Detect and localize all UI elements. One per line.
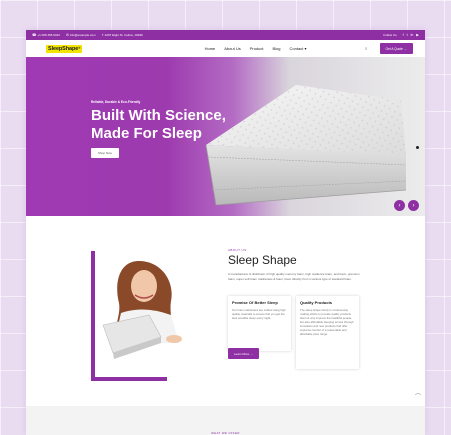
main-navbar: SleepShape® Home About Us Product Blog C… bbox=[26, 40, 425, 57]
hero-kicker: Reliable, Durable & Eco-Friendly bbox=[91, 100, 141, 104]
slider-nav: ‹ › bbox=[394, 200, 419, 211]
twitter-icon[interactable]: t bbox=[407, 33, 408, 37]
card2-title: Quality Products bbox=[300, 300, 333, 305]
nav-item-contact[interactable]: Contact ▾ bbox=[290, 46, 307, 51]
address-info: ⌖ 4297 Elgin St. Celina, 10299 bbox=[102, 33, 143, 37]
social-area: Follow Us f t in ▶ bbox=[383, 33, 419, 37]
nav-item-about[interactable]: About Us bbox=[224, 46, 240, 51]
email-text: info@example.com bbox=[69, 33, 96, 37]
frame-accent-left bbox=[91, 251, 95, 381]
address-text: 4297 Elgin St. Celina, 10299 bbox=[104, 33, 143, 37]
hero-title-line2: Made For Sleep bbox=[91, 125, 202, 142]
hero-title-line1: Built With Science, bbox=[91, 107, 226, 124]
frame-accent-bottom bbox=[91, 377, 167, 381]
email-info[interactable]: ✉ info@example.com bbox=[66, 33, 96, 37]
feature-card-quality: Quality Products The sleep shape family … bbox=[296, 296, 359, 369]
site-logo[interactable]: SleepShape® bbox=[46, 44, 83, 53]
logo-mark: ® bbox=[78, 45, 81, 50]
about-description: A manufacturer & distributor of high qua… bbox=[228, 272, 360, 281]
youtube-icon[interactable]: ▶ bbox=[416, 33, 419, 37]
phone-icon: ☎ bbox=[32, 33, 37, 37]
offer-section: WHAT WE OFFER bbox=[26, 406, 425, 435]
nav-item-contact-label: Contact bbox=[289, 46, 304, 51]
mail-icon: ✉ bbox=[65, 33, 69, 37]
about-section: ABOUT US Sleep Shape A manufacturer & di… bbox=[26, 216, 425, 406]
linkedin-icon[interactable]: in bbox=[411, 33, 414, 37]
follow-label: Follow Us bbox=[383, 33, 397, 37]
nav-actions: ⌕ Get A Quote → bbox=[365, 43, 413, 54]
decorative-swirl-icon bbox=[415, 393, 421, 396]
phone-info[interactable]: ☎ +1 008 456 0012 bbox=[32, 33, 60, 37]
offer-label: WHAT WE OFFER bbox=[211, 431, 240, 435]
location-icon: ⌖ bbox=[101, 33, 104, 37]
learn-more-label: Learn More bbox=[234, 351, 250, 356]
contact-info: ☎ +1 008 456 0012 ✉ info@example.com ⌖ 4297… bbox=[32, 33, 143, 37]
learn-more-button[interactable]: Learn More → bbox=[228, 348, 260, 359]
about-image-frame bbox=[91, 251, 197, 381]
phone-text: +1 008 456 0012 bbox=[37, 33, 60, 37]
search-icon[interactable]: ⌕ bbox=[365, 46, 368, 52]
slider-dot[interactable] bbox=[416, 146, 419, 149]
nav-menu: Home About Us Product Blog Contact ▾ bbox=[205, 46, 307, 51]
feature-card-better-sleep: Promise Of Better Sleep Our foam mattres… bbox=[228, 296, 291, 351]
social-icons: f t in ▶ bbox=[403, 33, 419, 37]
nav-item-home[interactable]: Home bbox=[205, 46, 216, 51]
nav-item-blog[interactable]: Blog bbox=[273, 46, 281, 51]
chevron-down-icon: ▾ bbox=[304, 46, 307, 51]
hero-title: Built With Science, Made For Sleep bbox=[91, 107, 261, 143]
about-label: ABOUT US bbox=[228, 248, 247, 252]
get-quote-label: Get A Quote bbox=[385, 46, 403, 51]
next-slide-button[interactable]: › bbox=[408, 200, 419, 211]
card1-title: Promise Of Better Sleep bbox=[232, 300, 278, 305]
facebook-icon[interactable]: f bbox=[403, 33, 404, 37]
card1-text: Our foam mattresses are crafted using hi… bbox=[232, 308, 286, 320]
hero-banner: Reliable, Durable & Eco-Friendly Built W… bbox=[26, 57, 425, 216]
get-quote-button[interactable]: Get A Quote → bbox=[379, 43, 413, 54]
card2-text: The sleep shape family is continuously m… bbox=[300, 308, 354, 336]
top-info-bar: ☎ +1 008 456 0012 ✉ info@example.com ⌖ 4297… bbox=[26, 30, 425, 40]
about-title: Sleep Shape bbox=[228, 253, 297, 267]
nav-item-product[interactable]: Product bbox=[250, 46, 264, 51]
prev-slide-button[interactable]: ‹ bbox=[394, 200, 405, 211]
shop-now-button[interactable]: Shop Now bbox=[91, 148, 119, 158]
website-mockup: ☎ +1 008 456 0012 ✉ info@example.com ⌖ 4297… bbox=[26, 30, 425, 435]
woman-with-mattress-photo bbox=[99, 253, 197, 367]
logo-text: SleepShape bbox=[48, 45, 79, 52]
